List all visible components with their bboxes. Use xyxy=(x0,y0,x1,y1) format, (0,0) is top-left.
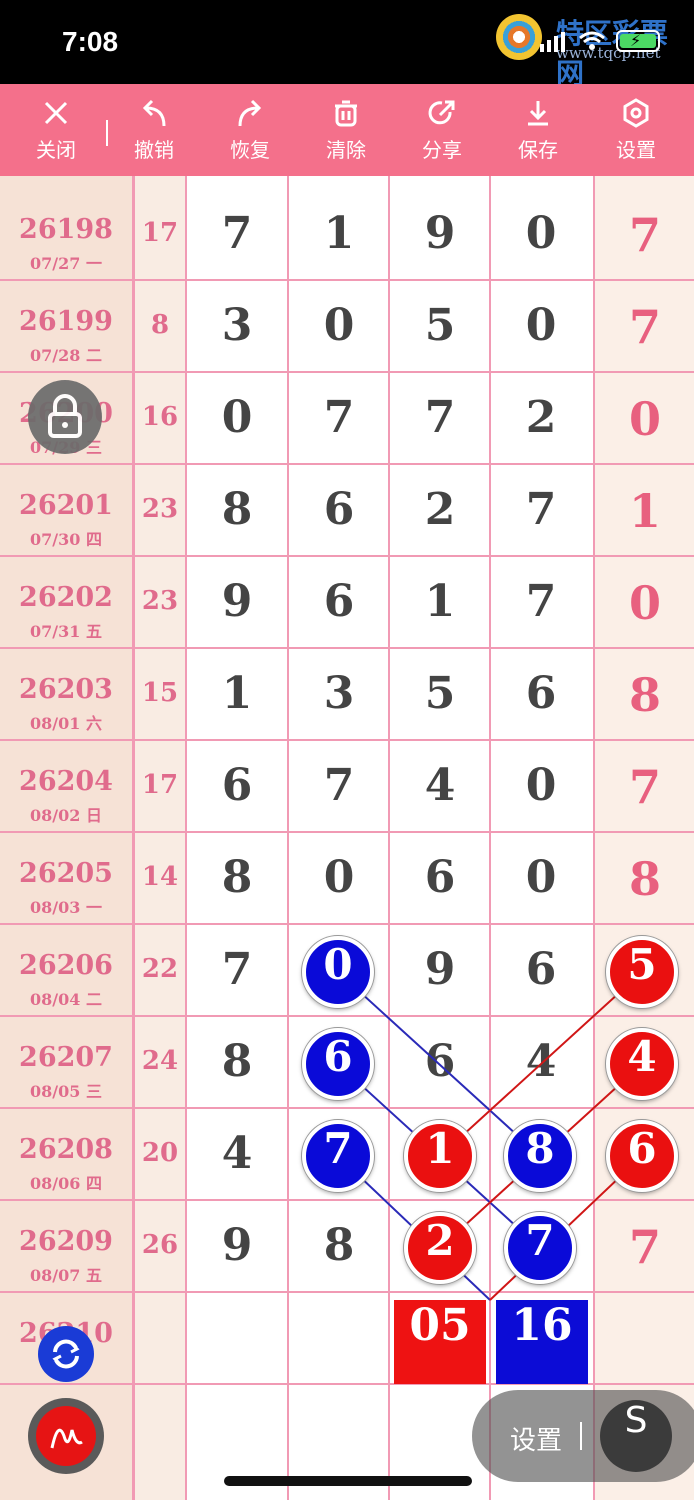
refresh-icon xyxy=(52,1339,80,1369)
signal-icon-bar xyxy=(547,40,551,52)
undo-button[interactable]: 撤销 xyxy=(106,84,202,176)
settings-label: 设置 xyxy=(616,138,656,162)
red-ball[interactable]: 2 xyxy=(404,1212,476,1284)
redo-label: 恢复 xyxy=(230,138,270,162)
status-time: 7:08 xyxy=(62,26,119,57)
save-label: 保存 xyxy=(518,138,558,162)
save-button[interactable]: 保存 xyxy=(490,84,586,176)
floating-settings-pill[interactable]: 设置 S xyxy=(472,1390,694,1482)
status-bar: 7:08 特区彩票网 www.tqcp.net ⚡ xyxy=(0,0,694,90)
download-icon xyxy=(528,101,548,126)
refresh-button[interactable] xyxy=(38,1326,94,1382)
lock-button[interactable] xyxy=(28,380,102,454)
red-ball[interactable]: 1 xyxy=(404,1120,476,1192)
floating-settings-label[interactable]: 设置 xyxy=(510,1420,562,1457)
red-ball[interactable]: 4 xyxy=(606,1028,678,1100)
redo-button[interactable]: 恢复 xyxy=(202,84,298,176)
s-button[interactable]: S xyxy=(600,1400,672,1472)
blue-ball[interactable]: 7 xyxy=(504,1212,576,1284)
blue-ball[interactable]: 8 xyxy=(504,1120,576,1192)
clear-label: 清除 xyxy=(326,138,366,162)
share-icon xyxy=(428,100,455,125)
pen-button[interactable] xyxy=(28,1398,104,1474)
pill-divider xyxy=(580,1422,582,1450)
close-button[interactable]: 关闭 xyxy=(8,84,104,176)
settings-button[interactable]: 设置 xyxy=(588,84,684,176)
blue-ball[interactable]: 0 xyxy=(302,936,374,1008)
signal-icon xyxy=(540,44,544,52)
undo-icon xyxy=(142,99,166,127)
clear-button[interactable]: 清除 xyxy=(298,84,394,176)
undo-label: 撤销 xyxy=(134,138,174,162)
share-label: 分享 xyxy=(422,138,462,162)
red-ball[interactable]: 6 xyxy=(606,1120,678,1192)
home-indicator[interactable] xyxy=(224,1476,472,1486)
pen-button-inner xyxy=(36,1406,96,1466)
lock-icon xyxy=(48,394,82,438)
wifi-icon xyxy=(579,31,605,50)
gear-icon xyxy=(623,98,649,128)
battery-icon: ⚡ xyxy=(616,30,660,52)
prediction-box-red[interactable]: 05 xyxy=(394,1300,486,1384)
redo-icon xyxy=(238,99,262,127)
trash-icon xyxy=(335,100,357,127)
prediction-box-blue[interactable]: 16 xyxy=(496,1300,588,1384)
signal-icon-bar xyxy=(561,32,565,52)
share-button[interactable]: 分享 xyxy=(394,84,490,176)
close-label: 关闭 xyxy=(36,138,76,162)
pen-stroke-icon xyxy=(50,1428,83,1449)
blue-ball[interactable]: 6 xyxy=(302,1028,374,1100)
signal-icon-bar xyxy=(554,36,558,52)
watermark-logo-icon xyxy=(496,14,542,60)
red-ball[interactable]: 5 xyxy=(606,936,678,1008)
close-icon xyxy=(44,101,68,125)
toolbar: 关闭 撤销 恢复 清除 分享 保存 设置 xyxy=(0,84,694,176)
blue-ball[interactable]: 7 xyxy=(302,1120,374,1192)
